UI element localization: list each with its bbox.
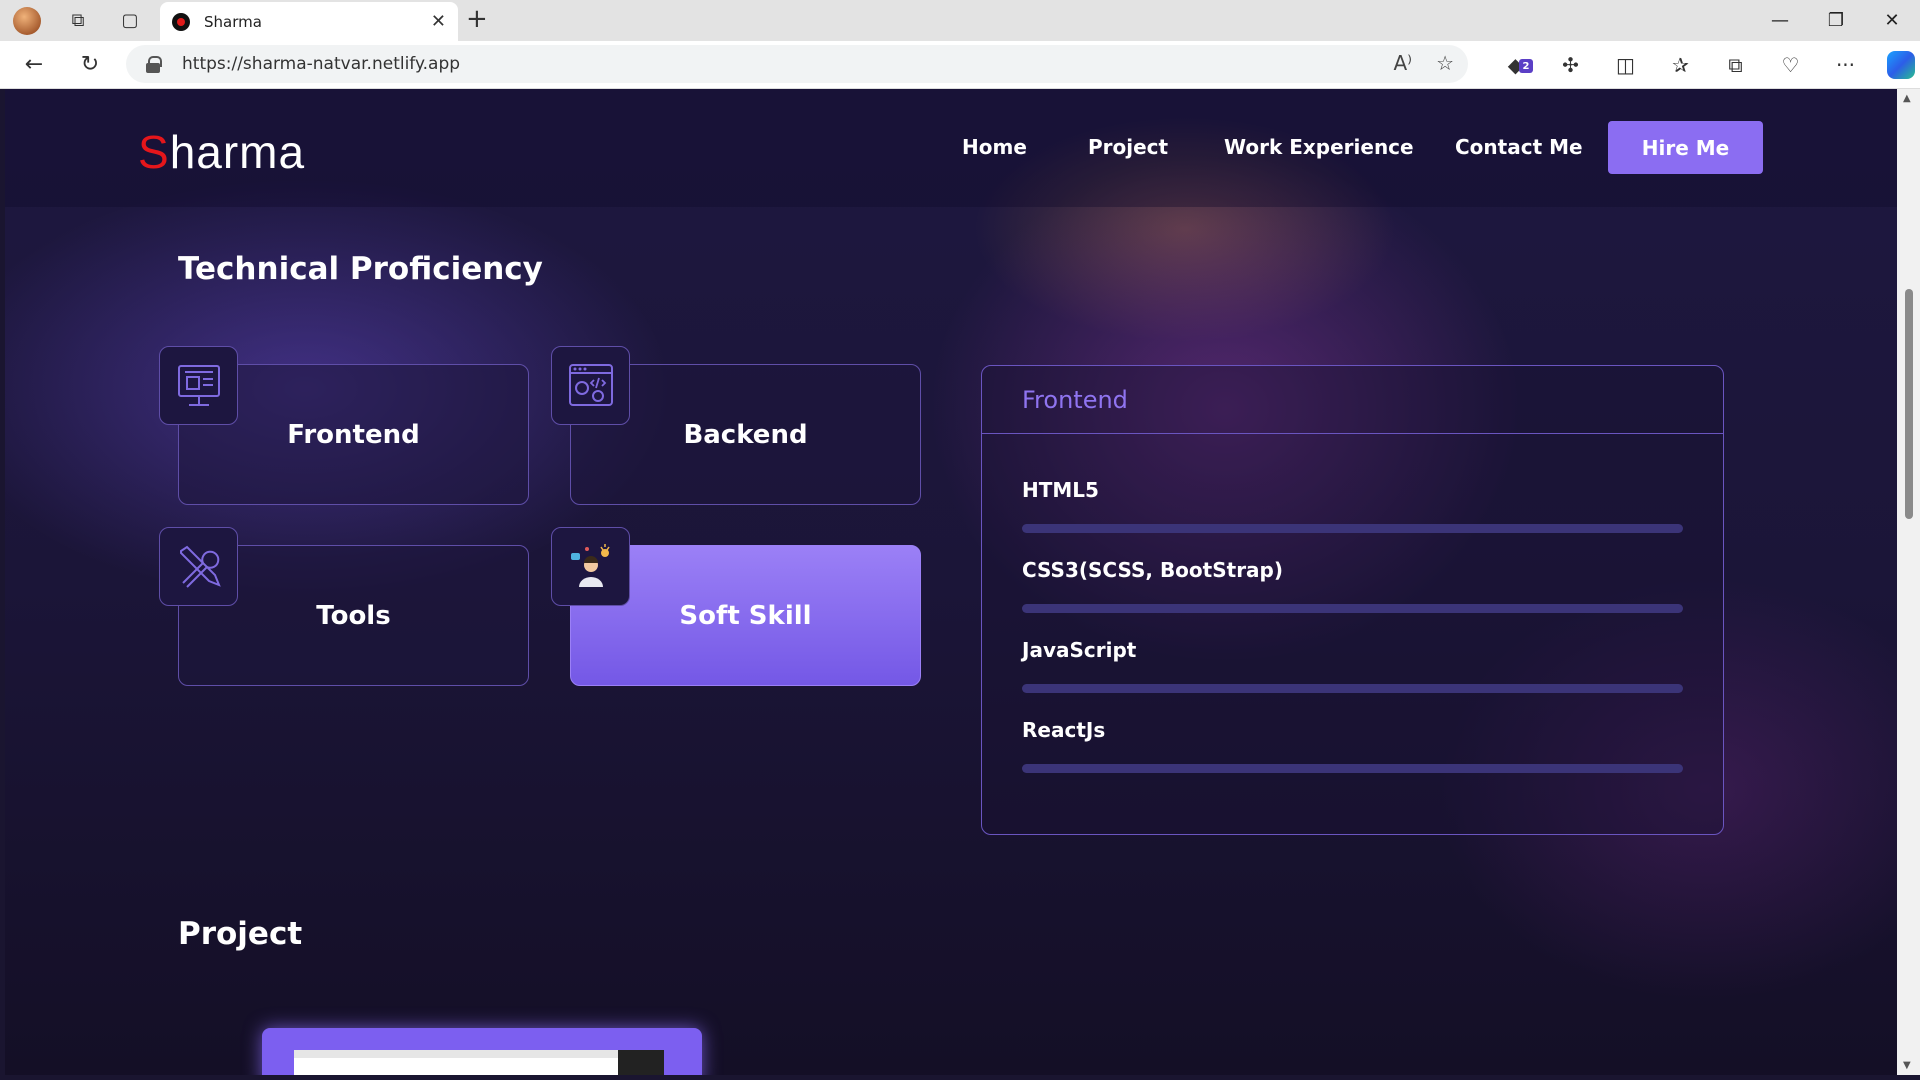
favorites-icon[interactable]: ✰ <box>1653 53 1708 77</box>
minimize-icon[interactable]: — <box>1752 0 1808 41</box>
skill-item: CSS3(SCSS, BootStrap) <box>1022 558 1283 582</box>
category-label: Tools <box>316 600 391 631</box>
skill-item: ReactJs <box>1022 718 1105 742</box>
restore-icon[interactable]: ❐ <box>1808 0 1864 41</box>
vertical-tabs-icon[interactable]: ▢ <box>112 3 148 39</box>
split-screen-icon[interactable]: ◫ <box>1598 53 1653 77</box>
read-aloud-icon[interactable]: A⁾ <box>1393 51 1412 75</box>
skill-name: HTML5 <box>1022 478 1099 502</box>
nav-work-experience[interactable]: Work Experience <box>1224 135 1414 159</box>
page-viewport: Sharma Home Project Work Experience Cont… <box>5 89 1897 1075</box>
category-label: Frontend <box>287 419 420 450</box>
profile-avatar[interactable] <box>13 6 41 35</box>
person-idea-icon <box>551 527 630 606</box>
url-text: https://sharma-natvar.netlify.app <box>182 54 461 74</box>
extension-toolbar: ◆ 2 ✣ ◫ ✰ ⧉ ♡ ··· <box>1488 41 1920 89</box>
favorite-star-icon[interactable]: ☆ <box>1436 51 1454 75</box>
skill-item: JavaScript <box>1022 638 1136 662</box>
scroll-up-icon[interactable]: ▲ <box>1903 93 1911 104</box>
window-controls: — ❐ ✕ <box>1752 0 1920 41</box>
skill-name: CSS3(SCSS, BootStrap) <box>1022 558 1284 582</box>
skills-panel: Frontend HTML5 CSS3(SCSS, BootStrap) Jav… <box>981 365 1724 835</box>
scroll-down-icon[interactable]: ▼ <box>1903 1060 1911 1071</box>
page-scrollbar[interactable]: ▲ ▼ <box>1897 89 1920 1075</box>
extension-icon[interactable]: ◆ 2 <box>1488 53 1543 77</box>
extensions-puzzle-icon[interactable]: ✣ <box>1543 53 1598 77</box>
copilot-icon[interactable] <box>1873 51 1920 79</box>
nav-home[interactable]: Home <box>962 135 1027 159</box>
wrench-screwdriver-icon <box>159 527 238 606</box>
project-card[interactable] <box>262 1028 702 1075</box>
hire-me-button[interactable]: Hire Me <box>1608 121 1763 174</box>
nav-project[interactable]: Project <box>1088 135 1168 159</box>
back-icon[interactable]: ← <box>6 41 62 89</box>
category-label: Soft Skill <box>679 600 812 631</box>
site-favicon-icon <box>172 12 190 31</box>
collections-icon[interactable]: ⧉ <box>1708 53 1763 77</box>
code-gears-icon <box>551 346 630 425</box>
skill-name: ReactJs <box>1022 718 1106 742</box>
nav-contact-me[interactable]: Contact Me <box>1455 135 1583 159</box>
category-label: Backend <box>683 419 808 450</box>
refresh-icon[interactable]: ↻ <box>62 41 118 89</box>
close-window-icon[interactable]: ✕ <box>1864 0 1920 41</box>
skill-item: HTML5 <box>1022 478 1099 502</box>
extension-badge: 2 <box>1519 59 1533 73</box>
site-header: Sharma Home Project Work Experience Cont… <box>5 89 1897 207</box>
new-tab-icon[interactable]: + <box>466 4 488 34</box>
browser-essentials-icon[interactable]: ♡ <box>1763 53 1818 77</box>
more-options-icon[interactable]: ··· <box>1818 53 1873 77</box>
skill-name: JavaScript <box>1022 638 1137 662</box>
browser-tab[interactable]: Sharma ✕ <box>160 2 458 41</box>
scroll-thumb[interactable] <box>1905 289 1913 519</box>
skill-progress-bar <box>1022 684 1683 693</box>
project-screenshot <box>294 1050 664 1075</box>
browser-tab-bar: ⧉ ▢ Sharma ✕ + — ❐ ✕ <box>0 0 1920 41</box>
workspaces-icon[interactable]: ⧉ <box>60 3 96 39</box>
address-bar[interactable]: https://sharma-natvar.netlify.app A⁾ ☆ <box>126 45 1468 83</box>
site-logo[interactable]: Sharma <box>138 125 305 179</box>
skill-progress-bar <box>1022 524 1683 533</box>
close-tab-icon[interactable]: ✕ <box>431 11 446 32</box>
technical-proficiency-title: Technical Proficiency <box>178 251 543 287</box>
monitor-icon <box>159 346 238 425</box>
browser-toolbar: ← ↻ https://sharma-natvar.netlify.app A⁾… <box>0 41 1920 89</box>
skills-panel-title: Frontend <box>982 366 1723 434</box>
skill-progress-bar <box>1022 604 1683 613</box>
lock-icon[interactable] <box>146 56 162 73</box>
project-section-title: Project <box>178 916 303 952</box>
skill-progress-bar <box>1022 764 1683 773</box>
tab-title: Sharma <box>204 12 262 31</box>
